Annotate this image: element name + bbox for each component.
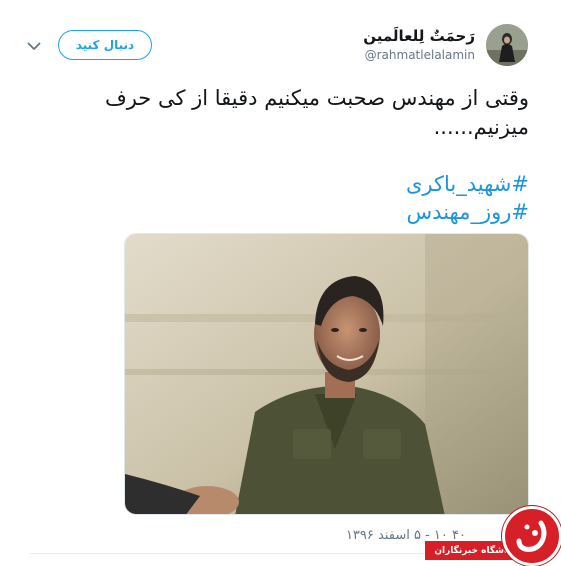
tweet-text: وقتی از مهندس صحبت میکنیم دقیقا از کی حر… [104, 86, 529, 139]
follow-button[interactable]: دنبال کنید [58, 30, 152, 60]
chevron-down-icon[interactable] [24, 36, 44, 56]
avatar[interactable] [486, 24, 528, 66]
tweet-photo[interactable] [124, 233, 529, 515]
watermark-text: باشگاه خبرنگاران [434, 545, 511, 556]
tweet-card: رَحمَتٌ لِلعالَمین @rahmatlelalamin دنبا… [0, 0, 561, 566]
hashtag-link[interactable]: #روز_مهندس [229, 198, 529, 226]
watermark-logo [502, 506, 561, 566]
hashtag-link[interactable]: #شهید_باکری [229, 170, 529, 198]
hashtag-list: #شهید_باکری #روز_مهندس [229, 170, 529, 226]
author-handle[interactable]: @rahmatlelalamin [365, 48, 475, 62]
author-display-name[interactable]: رَحمَتٌ لِلعالَمین [363, 27, 475, 45]
